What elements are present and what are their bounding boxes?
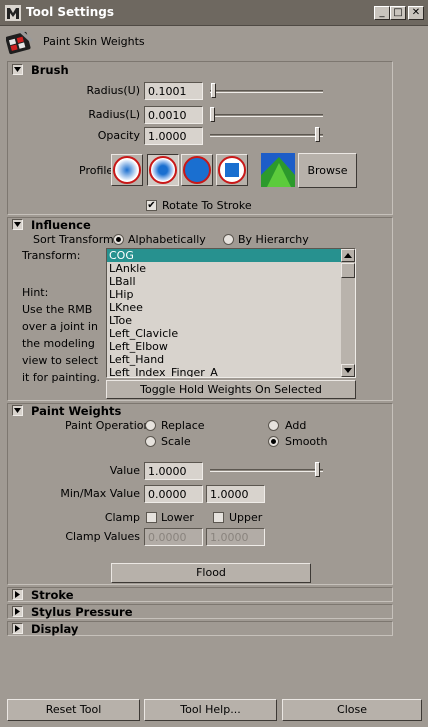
transform-list-item[interactable]: Left_Elbow: [107, 340, 355, 353]
image-brush-icon[interactable]: [261, 153, 295, 187]
hint-line: the modeling: [22, 337, 95, 350]
clamp-upper-checkbox[interactable]: [213, 512, 224, 523]
transform-list-item[interactable]: Left_Hand: [107, 353, 355, 366]
tool-help-button[interactable]: Tool Help...: [144, 699, 277, 721]
maximize-icon[interactable]: □: [390, 6, 406, 20]
close-window-icon[interactable]: ✕: [408, 6, 424, 20]
add-radio[interactable]: [268, 420, 279, 431]
reset-tool-button[interactable]: Reset Tool: [7, 699, 140, 721]
radius-u-slider-thumb[interactable]: [211, 83, 216, 98]
hint-line: Use the RMB: [22, 303, 93, 316]
opacity-slider-thumb[interactable]: [315, 127, 320, 142]
tool-name: Paint Skin Weights: [43, 35, 145, 48]
title-bar[interactable]: Tool Settings _ □ ✕: [0, 0, 428, 26]
browse-button[interactable]: Browse: [298, 153, 357, 188]
radius-u-field[interactable]: [144, 82, 203, 100]
scroll-thumb[interactable]: [341, 263, 355, 278]
opacity-field[interactable]: [144, 127, 203, 145]
stylus-pressure-expand-icon[interactable]: [12, 606, 23, 617]
hint-text: Hint: Use the RMB over a joint in the mo…: [22, 284, 100, 386]
clamp-max-field: [206, 528, 265, 546]
sort-alphabetically-label: Alphabetically: [128, 233, 206, 246]
clamp-min-field: [144, 528, 203, 546]
opacity-label: Opacity: [97, 129, 140, 142]
solid-round-brush-icon[interactable]: [181, 154, 213, 186]
transform-list-item[interactable]: LAnkle: [107, 262, 355, 275]
stroke-expand-icon[interactable]: [12, 589, 23, 600]
opacity-slider-track[interactable]: [210, 134, 323, 137]
value-slider-track[interactable]: [210, 469, 323, 472]
sort-transforms-label: Sort Transforms: [33, 233, 120, 246]
min-max-value-label: Min/Max Value: [60, 487, 140, 500]
replace-radio[interactable]: [145, 420, 156, 431]
smooth-radio[interactable]: [268, 436, 279, 447]
window-title: Tool Settings: [26, 5, 115, 19]
scale-label: Scale: [161, 435, 191, 448]
paint-weights-collapse-icon[interactable]: [12, 405, 23, 416]
paint-operation-label: Paint Operation: [65, 419, 151, 432]
clamp-upper-label: Upper: [229, 511, 263, 524]
rotate-to-stroke-checkbox[interactable]: ✔: [146, 200, 157, 211]
radius-l-label: Radius(L): [88, 108, 140, 121]
transform-list-item[interactable]: LKnee: [107, 301, 355, 314]
radius-u-slider-track[interactable]: [210, 90, 323, 93]
minimize-icon[interactable]: _: [374, 6, 390, 20]
transform-list-item[interactable]: Left_Index_Finger_A: [107, 366, 355, 377]
clamp-lower-checkbox[interactable]: [146, 512, 157, 523]
influence-header[interactable]: Influence: [31, 218, 91, 232]
toggle-hold-weights-button[interactable]: Toggle Hold Weights On Selected: [106, 380, 356, 399]
transform-list-item[interactable]: LHip: [107, 288, 355, 301]
influence-collapse-icon[interactable]: [12, 219, 23, 230]
transform-label: Transform:: [22, 249, 81, 262]
transform-list[interactable]: COG LAnkle LBall LHip LKnee LToe Left_Cl…: [106, 248, 356, 378]
brush-collapse-icon[interactable]: [12, 64, 23, 75]
sort-by-hierarchy-radio[interactable]: [223, 234, 234, 245]
radius-u-label: Radius(U): [86, 84, 140, 97]
flood-button[interactable]: Flood: [111, 563, 311, 583]
replace-label: Replace: [161, 419, 205, 432]
min-value-field[interactable]: [144, 485, 203, 503]
radius-l-slider-track[interactable]: [210, 114, 323, 117]
smooth-label: Smooth: [285, 435, 328, 448]
transform-list-item[interactable]: LBall: [107, 275, 355, 288]
paint-skin-weights-tool-icon: [6, 30, 33, 55]
scroll-up-icon[interactable]: [341, 249, 355, 262]
stroke-header[interactable]: Stroke: [31, 588, 74, 602]
transform-list-item[interactable]: LToe: [107, 314, 355, 327]
radius-l-slider-thumb[interactable]: [210, 107, 215, 122]
display-expand-icon[interactable]: [12, 623, 23, 634]
radius-l-field[interactable]: [144, 106, 203, 124]
transform-list-scrollbar[interactable]: [341, 249, 355, 377]
profile-label: Profile: [79, 164, 114, 177]
display-header[interactable]: Display: [31, 622, 78, 636]
paint-weights-header[interactable]: Paint Weights: [31, 404, 121, 418]
value-label: Value: [109, 464, 140, 477]
clamp-label: Clamp: [104, 511, 140, 524]
rotate-to-stroke-label: Rotate To Stroke: [162, 199, 252, 212]
brush-header[interactable]: Brush: [31, 63, 69, 77]
transform-list-item[interactable]: Left_Clavicle: [107, 327, 355, 340]
add-label: Add: [285, 419, 307, 432]
hint-line: over a joint in: [22, 320, 98, 333]
close-button[interactable]: Close: [282, 699, 422, 721]
hint-line: Hint:: [22, 286, 49, 299]
scale-radio[interactable]: [145, 436, 156, 447]
clamp-values-label: Clamp Values: [65, 530, 140, 543]
stylus-pressure-header[interactable]: Stylus Pressure: [31, 605, 133, 619]
value-slider-thumb[interactable]: [315, 462, 320, 477]
clamp-lower-label: Lower: [161, 511, 194, 524]
max-value-field[interactable]: [206, 485, 265, 503]
sort-alphabetically-radio[interactable]: [113, 234, 124, 245]
maya-logo-icon: [5, 5, 21, 21]
hint-line: view to select: [22, 354, 99, 367]
value-field[interactable]: [144, 462, 203, 480]
scroll-down-icon[interactable]: [341, 364, 355, 377]
soft-brush-icon[interactable]: [147, 154, 179, 186]
square-brush-icon[interactable]: [216, 154, 248, 186]
hint-line: it for painting.: [22, 371, 101, 384]
transform-list-item[interactable]: COG: [107, 249, 355, 262]
sort-by-hierarchy-label: By Hierarchy: [238, 233, 309, 246]
gaussian-brush-icon[interactable]: [111, 154, 143, 186]
